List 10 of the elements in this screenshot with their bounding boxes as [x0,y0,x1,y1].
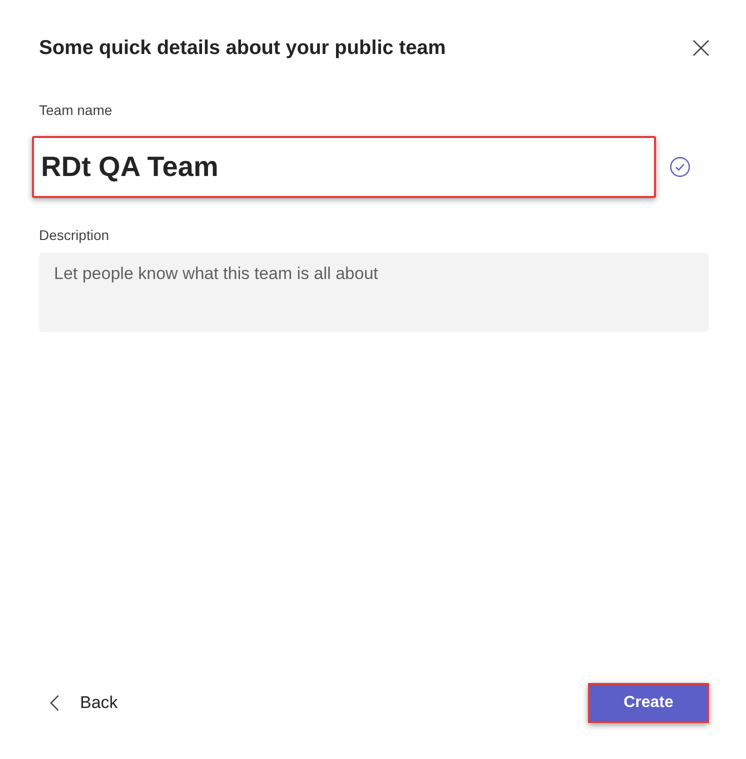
description-label: Description [39,226,110,245]
back-button[interactable]: Back [39,684,126,722]
create-button[interactable]: Create [588,683,709,723]
dialog-title: Some quick details about your public team [39,36,446,61]
description-field[interactable]: Let people know what this team is all about [39,253,709,332]
close-icon [693,40,709,56]
team-name-field[interactable]: RDt QA Team [32,136,656,198]
team-name-label: Team name [39,101,114,120]
close-button[interactable] [693,40,709,56]
chevron-left-icon [50,695,59,711]
